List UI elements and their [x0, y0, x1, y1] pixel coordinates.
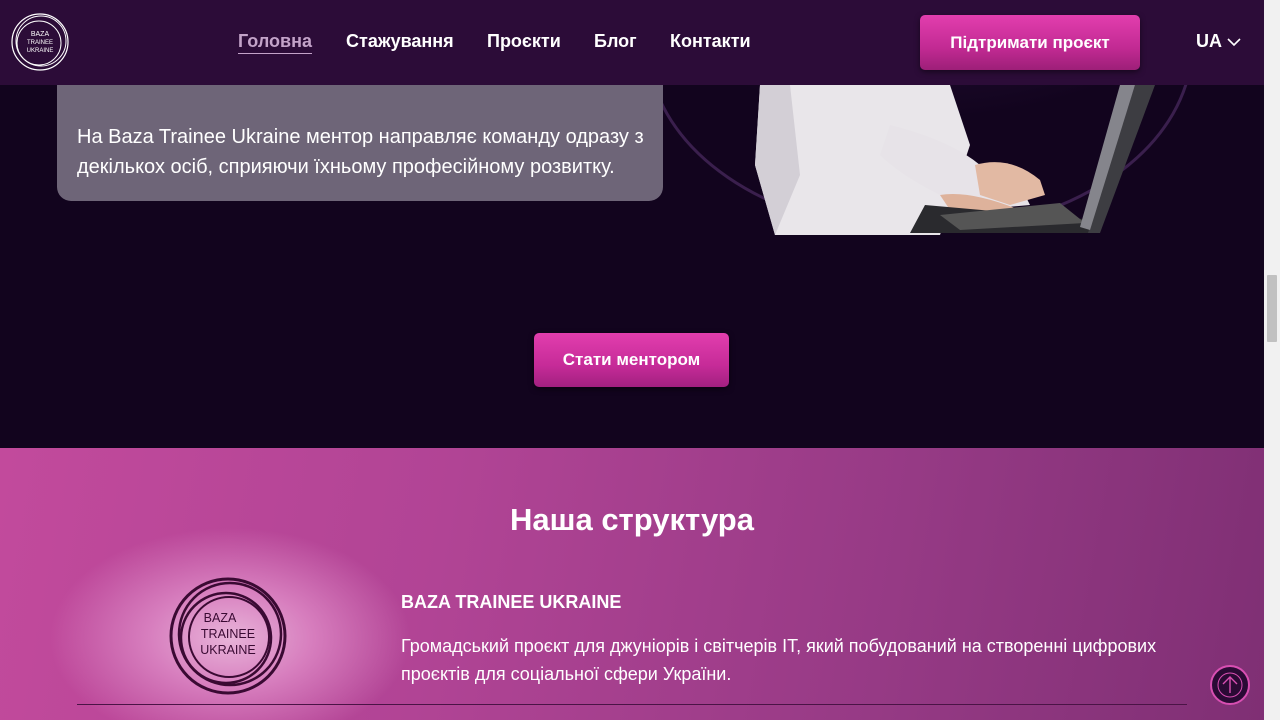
svg-text:BAZA: BAZA: [31, 31, 50, 38]
hero-card-text: На Baza Trainee Ukraine ментор направляє…: [77, 126, 644, 178]
svg-text:UKRAINE: UKRAINE: [27, 48, 54, 54]
org-logo-line-3: UKRAINE: [200, 643, 256, 657]
language-selector[interactable]: UA: [1196, 31, 1242, 52]
org-title: BAZA TRAINEE UKRAINE: [401, 592, 622, 612]
org-logo-line-1: BAZA: [204, 611, 237, 625]
support-project-button[interactable]: Підтримати проєкт: [920, 15, 1140, 70]
nav-contacts[interactable]: Контакти: [670, 31, 751, 52]
scrollbar-thumb[interactable]: [1267, 275, 1277, 342]
nav-internship[interactable]: Стажування: [346, 31, 454, 52]
org-description: Громадський проєкт для джуніорів і світч…: [401, 636, 1157, 684]
nav-home[interactable]: Головна: [238, 31, 312, 54]
language-label: UA: [1196, 31, 1222, 51]
chevron-down-icon: [1227, 37, 1241, 46]
divider: [77, 704, 1187, 705]
svg-text:TRAINEE: TRAINEE: [27, 40, 53, 46]
scroll-top-button[interactable]: [1210, 665, 1250, 705]
nav-projects[interactable]: Проєкти: [487, 31, 561, 52]
site-header: BAZA TRAINEE UKRAINE Головна Стажування …: [0, 0, 1264, 85]
page-scrollbar[interactable]: [1264, 0, 1280, 720]
nav-blog[interactable]: Блог: [594, 31, 637, 52]
arrow-up-icon: [1217, 672, 1243, 698]
logo-icon[interactable]: BAZA TRAINEE UKRAINE: [10, 12, 70, 72]
section-title: Наша структура: [510, 502, 754, 537]
org-logo-line-2: TRAINEE: [201, 627, 255, 641]
org-logo-icon: BAZA TRAINEE UKRAINE: [168, 576, 288, 696]
structure-section: Наша структура BAZA TRAINEE UKRAINE BAZA…: [0, 448, 1264, 720]
become-mentor-button[interactable]: Стати ментором: [534, 333, 729, 387]
mentor-photo: [640, 85, 1200, 235]
